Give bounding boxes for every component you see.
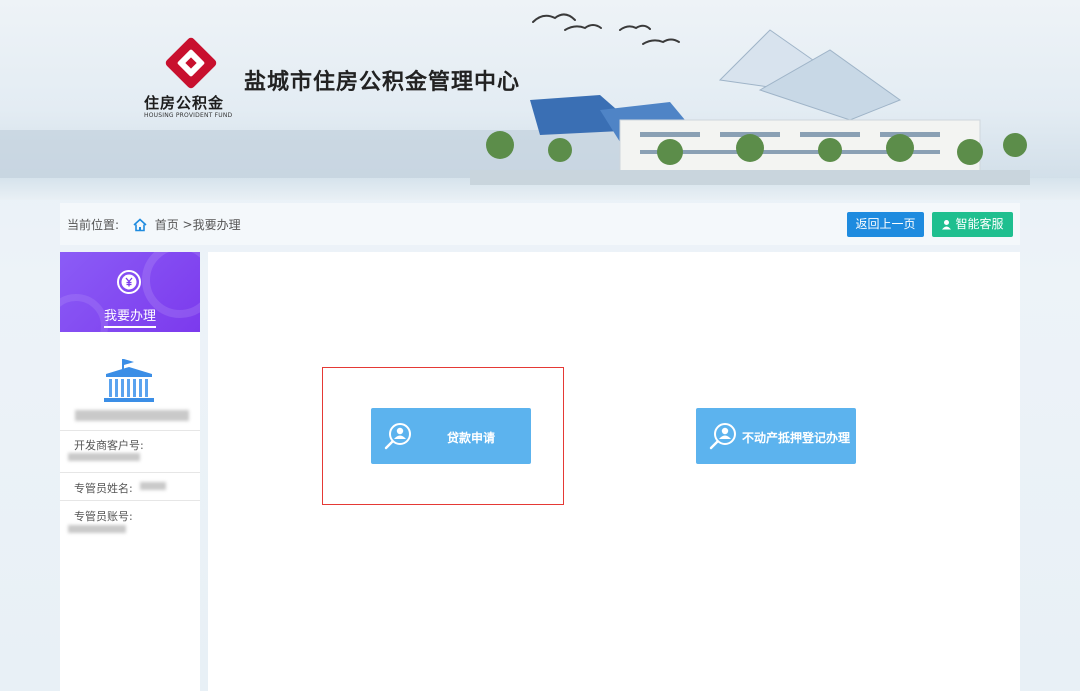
breadcrumb-current: 我要办理 [192, 218, 241, 232]
redacted-company-name [75, 410, 189, 421]
breadcrumb: 当前位置: 首页 >我要办理 [67, 216, 241, 233]
mortgage-registration-label: 不动产抵押登记办理 [742, 431, 851, 445]
logo-chinese-text: 住房公积金 [144, 94, 225, 112]
sidebar-item-label: 我要办理 [60, 305, 200, 328]
building-illustration [470, 29, 1030, 185]
smart-service-label: 智能客服 [955, 217, 1004, 231]
yuan-coin-icon [117, 270, 141, 294]
housing-fund-logo: 住房公积金 HOUSING PROVIDENT FUND [144, 36, 244, 120]
back-button[interactable]: 返回上一页 [847, 212, 924, 237]
developer-customer-label: 开发商客户号: [74, 439, 144, 452]
manager-name-row: 专管员姓名: [60, 472, 200, 501]
breadcrumb-prefix: 当前位置: [67, 218, 120, 232]
redacted-customer-number [68, 453, 140, 461]
sidebar: 我要办理 开发商客户号: 专管员姓名: 专管员账号: [60, 252, 200, 691]
smart-service-button[interactable]: 智能客服 [932, 212, 1013, 237]
service-icon [942, 220, 952, 230]
logo-english-text: HOUSING PROVIDENT FUND [144, 112, 233, 119]
breadcrumb-separator: > [182, 217, 193, 232]
manager-name-label: 专管员姓名: [74, 482, 133, 495]
redacted-manager-name [140, 482, 166, 490]
mortgage-registration-button[interactable]: 不动产抵押登记办理 [696, 408, 856, 464]
header-banner: 住房公积金 HOUSING PROVIDENT FUND 盐城市住房公积金管理中… [0, 0, 1080, 200]
loan-application-label: 贷款申请 [447, 431, 496, 445]
breadcrumb-home-link[interactable]: 首页 [155, 218, 179, 232]
user-search-icon [709, 423, 736, 450]
main-content: 贷款申请 不动产抵押登记办理 [208, 252, 1020, 691]
manager-account-row: 专管员账号: [60, 500, 200, 541]
redacted-manager-account [68, 525, 126, 533]
breadcrumb-bar: 当前位置: 首页 >我要办理 返回上一页 智能客服 [60, 203, 1020, 245]
developer-customer-row: 开发商客户号: [60, 430, 200, 473]
manager-account-label: 专管员账号: [74, 510, 133, 523]
sidebar-item-handle[interactable]: 我要办理 [60, 252, 200, 332]
home-icon[interactable] [133, 217, 147, 232]
user-search-icon [384, 423, 411, 450]
loan-application-button[interactable]: 贷款申请 [371, 408, 531, 464]
institution-building-icon [104, 359, 154, 402]
site-title: 盐城市住房公积金管理中心 [244, 70, 521, 95]
